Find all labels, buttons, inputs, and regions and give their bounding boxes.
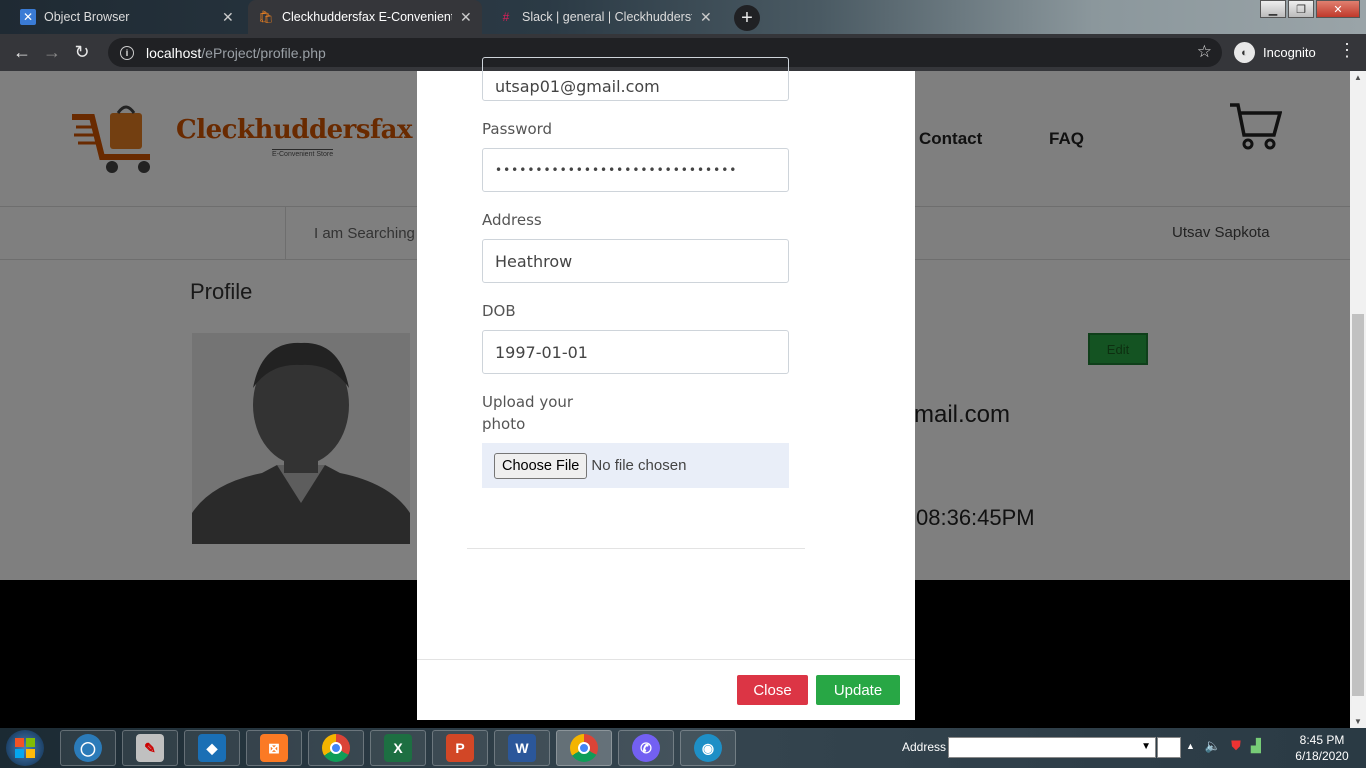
taskbar-vpn[interactable]: ◉ xyxy=(680,730,736,766)
excel-icon: X xyxy=(384,734,412,762)
forward-arrow-icon[interactable]: → xyxy=(37,38,67,68)
address-label: Address xyxy=(482,211,542,229)
taskbar-excel[interactable]: X xyxy=(370,730,426,766)
eye-app-icon: ◉ xyxy=(694,734,722,762)
close-tab-icon[interactable]: ✕ xyxy=(700,9,712,26)
password-field[interactable]: •••••••••••••••••••••••••••••• xyxy=(482,148,789,192)
taskbar-address-label: Address xyxy=(902,740,947,754)
taskbar-explorer[interactable]: ◯ xyxy=(60,730,116,766)
maximize-icon[interactable]: ❐ xyxy=(1288,0,1314,18)
viber-icon: ✆ xyxy=(632,734,660,762)
taskbar-clock[interactable]: 8:45 PM 6/18/2020 xyxy=(1284,732,1360,764)
new-tab-button[interactable]: + xyxy=(734,5,760,31)
url-path: /eProject/profile.php xyxy=(201,44,326,61)
back-arrow-icon[interactable]: ← xyxy=(7,38,37,68)
paint-icon: ✎ xyxy=(136,734,164,762)
address-field[interactable]: Heathrow xyxy=(482,239,789,283)
close-button[interactable]: Close xyxy=(737,675,808,705)
tab-object-browser[interactable]: ✕ Object Browser ✕ xyxy=(10,0,244,34)
taskbar-address-input[interactable]: ▼ xyxy=(948,737,1156,758)
choose-file-button[interactable]: Choose File xyxy=(494,452,588,479)
photo-file-input[interactable]: Choose File No file chosen xyxy=(482,443,789,488)
close-window-icon[interactable]: ✕ xyxy=(1316,0,1360,18)
powerpoint-icon: P xyxy=(446,734,474,762)
taskbar-chrome-active[interactable] xyxy=(556,730,612,766)
xampp-icon: ⊠ xyxy=(260,734,288,762)
email-field[interactable]: utsap01@gmail.com xyxy=(482,57,789,101)
network-icon[interactable]: ▟ xyxy=(1251,738,1261,754)
divider xyxy=(467,548,805,549)
system-tray: ▲ 🔈 ⛊ ▟ xyxy=(1186,738,1271,754)
password-label: Password xyxy=(482,120,553,138)
taskbar-chrome[interactable] xyxy=(308,730,364,766)
modal-footer-divider xyxy=(417,659,915,660)
taskbar-xampp[interactable]: ⊠ xyxy=(246,730,302,766)
minimize-icon[interactable]: ▁ xyxy=(1260,0,1286,18)
windows-logo-icon xyxy=(15,738,35,758)
menu-kebab-icon[interactable]: ⋮ xyxy=(1338,40,1356,61)
tab-slack[interactable]: # Slack | general | Cleckhuddersfax ✕ xyxy=(488,0,722,34)
scrollbar-thumb[interactable] xyxy=(1352,314,1364,696)
close-tab-icon[interactable]: ✕ xyxy=(222,9,234,26)
upload-label-line2: photo xyxy=(482,415,526,433)
windows-taskbar: ◯ ✎ ◆ ⊠ X P W ✆ ◉ Address ▼ ▲ 🔈 ⛊ ▟ 8:45… xyxy=(0,728,1366,768)
chrome-icon xyxy=(322,734,350,762)
taskbar-address-go[interactable] xyxy=(1157,737,1181,758)
volume-icon[interactable]: 🔈 xyxy=(1205,738,1221,754)
browser-tab-bar: ✕ Object Browser ✕ 🛍 Cleckhuddersfax E-C… xyxy=(0,0,1366,34)
window-controls: ▁ ❐ ✕ xyxy=(1258,0,1360,18)
virtualbox-icon: ◆ xyxy=(198,734,226,762)
slack-icon: # xyxy=(502,10,510,24)
url-host: localhost xyxy=(146,44,202,61)
close-tab-icon[interactable]: ✕ xyxy=(460,9,472,26)
incognito-indicator[interactable]: ◐ Incognito xyxy=(1234,42,1316,63)
object-browser-icon: ✕ xyxy=(20,9,36,25)
start-button[interactable] xyxy=(6,730,44,766)
taskbar-paint[interactable]: ✎ xyxy=(122,730,178,766)
chrome-icon xyxy=(570,734,598,762)
word-icon: W xyxy=(508,734,536,762)
security-shield-icon[interactable]: ⛊ xyxy=(1231,738,1241,754)
dropdown-arrow-icon[interactable]: ▼ xyxy=(1141,741,1151,752)
file-explorer-icon: ◯ xyxy=(74,734,102,762)
taskbar-word[interactable]: W xyxy=(494,730,550,766)
reload-icon[interactable]: ↻ xyxy=(67,38,97,68)
taskbar-viber[interactable]: ✆ xyxy=(618,730,674,766)
site-info-icon[interactable]: i xyxy=(120,45,134,60)
dob-label: DOB xyxy=(482,302,516,320)
update-button[interactable]: Update xyxy=(816,675,900,705)
edit-profile-modal: utsap01@gmail.com Password •••••••••••••… xyxy=(417,57,915,720)
page-scrollbar[interactable]: ▲ ▼ xyxy=(1350,71,1366,728)
taskbar-virtualbox[interactable]: ◆ xyxy=(184,730,240,766)
site-favicon-icon: 🛍 xyxy=(258,10,274,24)
taskbar-powerpoint[interactable]: P xyxy=(432,730,488,766)
incognito-icon: ◐ xyxy=(1234,42,1255,63)
scroll-down-icon[interactable]: ▼ xyxy=(1354,717,1362,726)
bookmark-star-icon[interactable]: ☆ xyxy=(1197,42,1212,62)
file-status: No file chosen xyxy=(591,457,687,474)
dob-field[interactable]: 1997-01-01 xyxy=(482,330,789,374)
tab-cleckhuddersfax[interactable]: 🛍 Cleckhuddersfax E-Convenient St ✕ xyxy=(248,0,482,34)
tray-expand-icon[interactable]: ▲ xyxy=(1186,741,1195,751)
upload-label-line1: Upload your xyxy=(482,393,574,411)
scroll-up-icon[interactable]: ▲ xyxy=(1354,73,1362,82)
